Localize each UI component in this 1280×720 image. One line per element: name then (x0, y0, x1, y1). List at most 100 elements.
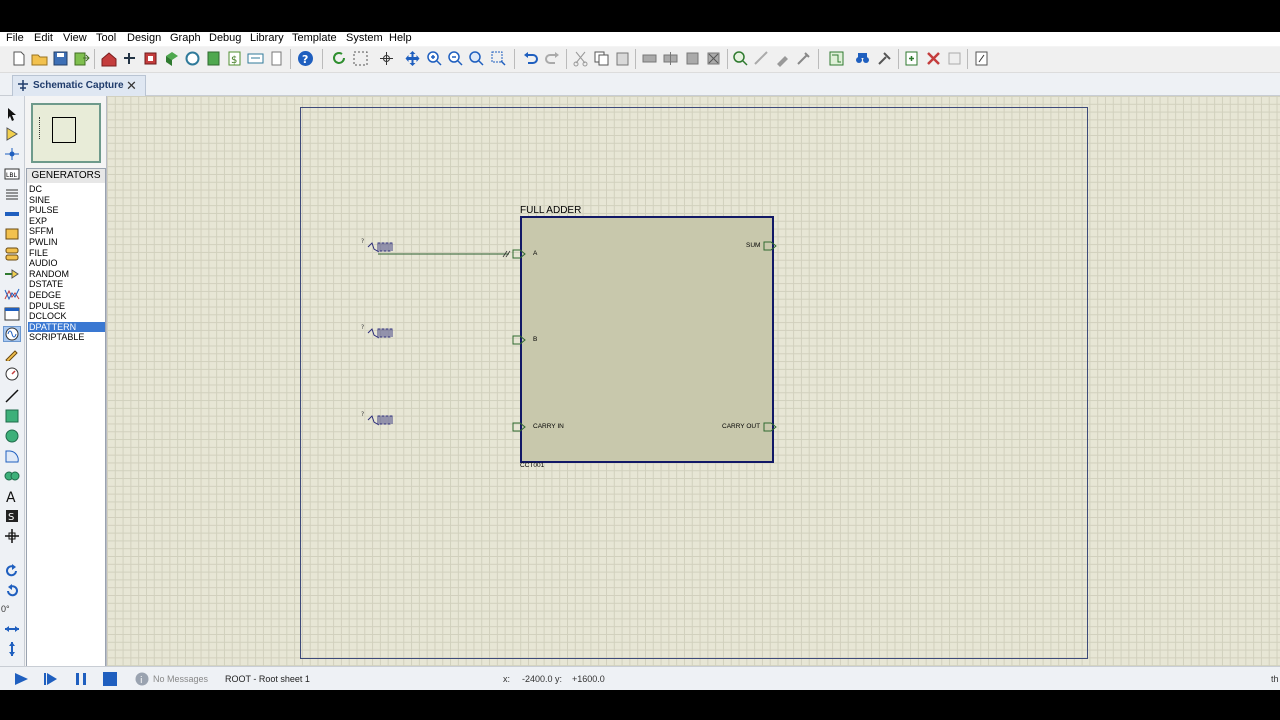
undo-icon[interactable] (522, 50, 539, 67)
tab-schematic-capture[interactable]: Schematic Capture ✕ (12, 75, 146, 96)
selection-mode-icon[interactable] (4, 107, 20, 121)
text-tool-icon[interactable]: A (4, 489, 20, 503)
probe-mode-icon[interactable] (4, 347, 20, 361)
block-copy-icon[interactable] (641, 50, 658, 67)
path-tool-icon[interactable] (4, 469, 20, 483)
block-rotate-icon[interactable] (684, 50, 701, 67)
bill-of-materials-icon[interactable]: $ (226, 50, 243, 67)
dpattern-generator-b[interactable]: ? (360, 323, 396, 341)
overview-window[interactable] (31, 103, 101, 163)
pcb-icon[interactable] (142, 50, 159, 67)
generator-item-dclock[interactable]: DCLOCK (28, 311, 105, 321)
rotate-clockwise-icon[interactable] (4, 564, 20, 578)
zoom-in-icon[interactable] (426, 50, 443, 67)
generator-item-pwlin[interactable]: PWLIN (28, 237, 105, 247)
box-tool-icon[interactable] (4, 409, 20, 423)
rotation-angle[interactable]: 0° (1, 604, 10, 614)
wire-label-icon[interactable]: LBL (4, 167, 20, 181)
redo-icon[interactable] (544, 50, 561, 67)
pin-sum-icon[interactable] (763, 241, 781, 251)
menu-graph[interactable]: Graph (170, 32, 201, 44)
generator-item-dstate[interactable]: DSTATE (28, 279, 105, 289)
circle-tool-icon[interactable] (4, 429, 20, 443)
messages-status[interactable]: No Messages (153, 674, 208, 684)
pin-b-icon[interactable] (512, 335, 530, 345)
cut-icon[interactable] (572, 50, 589, 67)
generator-item-pulse[interactable]: PULSE (28, 205, 105, 215)
generator-item-dedge[interactable]: DEDGE (28, 290, 105, 300)
terminals-icon[interactable] (4, 247, 20, 261)
remove-sheet-icon[interactable] (925, 50, 942, 67)
help-icon[interactable]: ? (297, 50, 314, 67)
source-code-icon[interactable] (247, 50, 264, 67)
home-icon[interactable] (100, 50, 117, 67)
3d-view-icon[interactable] (163, 50, 180, 67)
play-icon[interactable] (13, 672, 29, 686)
gerber-icon[interactable] (184, 50, 201, 67)
menu-debug[interactable]: Debug (209, 32, 241, 44)
pin-carry-in-icon[interactable] (512, 422, 530, 432)
refresh-icon[interactable] (331, 50, 348, 67)
copy-icon[interactable] (593, 50, 610, 67)
arc-tool-icon[interactable] (4, 449, 20, 463)
zoom-all-icon[interactable] (468, 50, 485, 67)
generator-item-dpulse[interactable]: DPULSE (28, 301, 105, 311)
design-explorer-icon[interactable] (205, 50, 222, 67)
marker-tool-icon[interactable] (4, 529, 20, 543)
menu-edit[interactable]: Edit (34, 32, 53, 44)
paste-icon[interactable] (614, 50, 631, 67)
pin-a-icon[interactable] (512, 249, 530, 259)
virtual-instrument-icon[interactable] (4, 367, 20, 381)
mirror-vertical-icon[interactable] (4, 642, 20, 656)
generator-item-scriptable[interactable]: SCRIPTABLE (28, 332, 105, 342)
menu-file[interactable]: File (6, 32, 24, 44)
buses-icon[interactable] (4, 207, 20, 221)
zoom-out-icon[interactable] (447, 50, 464, 67)
decompose-icon[interactable] (795, 50, 812, 67)
pause-icon[interactable] (73, 672, 89, 686)
packaging-tool-icon[interactable] (774, 50, 791, 67)
tape-recorder-icon[interactable] (4, 307, 20, 321)
property-assignment-icon[interactable] (876, 50, 893, 67)
pan-icon[interactable] (404, 50, 421, 67)
symbol-tool-icon[interactable]: S (4, 509, 20, 523)
import-icon[interactable] (73, 50, 90, 67)
generator-item-dc[interactable]: DC (28, 184, 105, 194)
device-pins-icon[interactable] (4, 267, 20, 281)
block-move-icon[interactable] (662, 50, 679, 67)
generator-mode-icon[interactable] (3, 326, 21, 342)
stop-icon[interactable] (102, 672, 118, 686)
line-tool-icon[interactable] (4, 389, 20, 403)
menu-view[interactable]: View (63, 32, 87, 44)
block-delete-icon[interactable] (705, 50, 722, 67)
generator-item-exp[interactable]: EXP (28, 216, 105, 226)
make-device-icon[interactable] (753, 50, 770, 67)
menu-help[interactable]: Help (389, 32, 412, 44)
step-icon[interactable] (43, 672, 59, 686)
open-folder-icon[interactable] (31, 50, 48, 67)
menu-design[interactable]: Design (127, 32, 161, 44)
menu-tool[interactable]: Tool (96, 32, 116, 44)
new-sheet-icon[interactable] (903, 50, 920, 67)
dpattern-generator-cin[interactable]: ? (360, 410, 396, 428)
generator-item-sffm[interactable]: SFFM (28, 226, 105, 236)
junction-dot-icon[interactable] (4, 147, 20, 161)
generator-item-random[interactable]: RANDOM (28, 269, 105, 279)
pin-carry-out-icon[interactable] (763, 422, 781, 432)
mirror-horizontal-icon[interactable] (4, 622, 20, 636)
close-icon[interactable]: ✕ (126, 78, 137, 94)
generator-item-dpattern[interactable]: DPATTERN (28, 321, 105, 332)
subcircuit-icon[interactable] (4, 227, 20, 241)
generator-item-sine[interactable]: SINE (28, 195, 105, 205)
schematic-canvas[interactable]: ? ? ? FULL ADDER A B CARRY IN SUM CARRY … (106, 96, 1280, 666)
exit-to-parent-icon[interactable] (946, 50, 963, 67)
schematic-icon[interactable] (121, 50, 138, 67)
menu-template[interactable]: Template (292, 32, 337, 44)
grid-toggle-icon[interactable] (352, 50, 369, 67)
generator-item-audio[interactable]: AUDIO (28, 258, 105, 268)
bom-report-icon[interactable] (973, 50, 990, 67)
menu-library[interactable]: Library (250, 32, 284, 44)
dpattern-generator-a[interactable]: ? (360, 237, 396, 255)
generator-item-file[interactable]: FILE (28, 248, 105, 258)
pick-parts-icon[interactable] (732, 50, 749, 67)
